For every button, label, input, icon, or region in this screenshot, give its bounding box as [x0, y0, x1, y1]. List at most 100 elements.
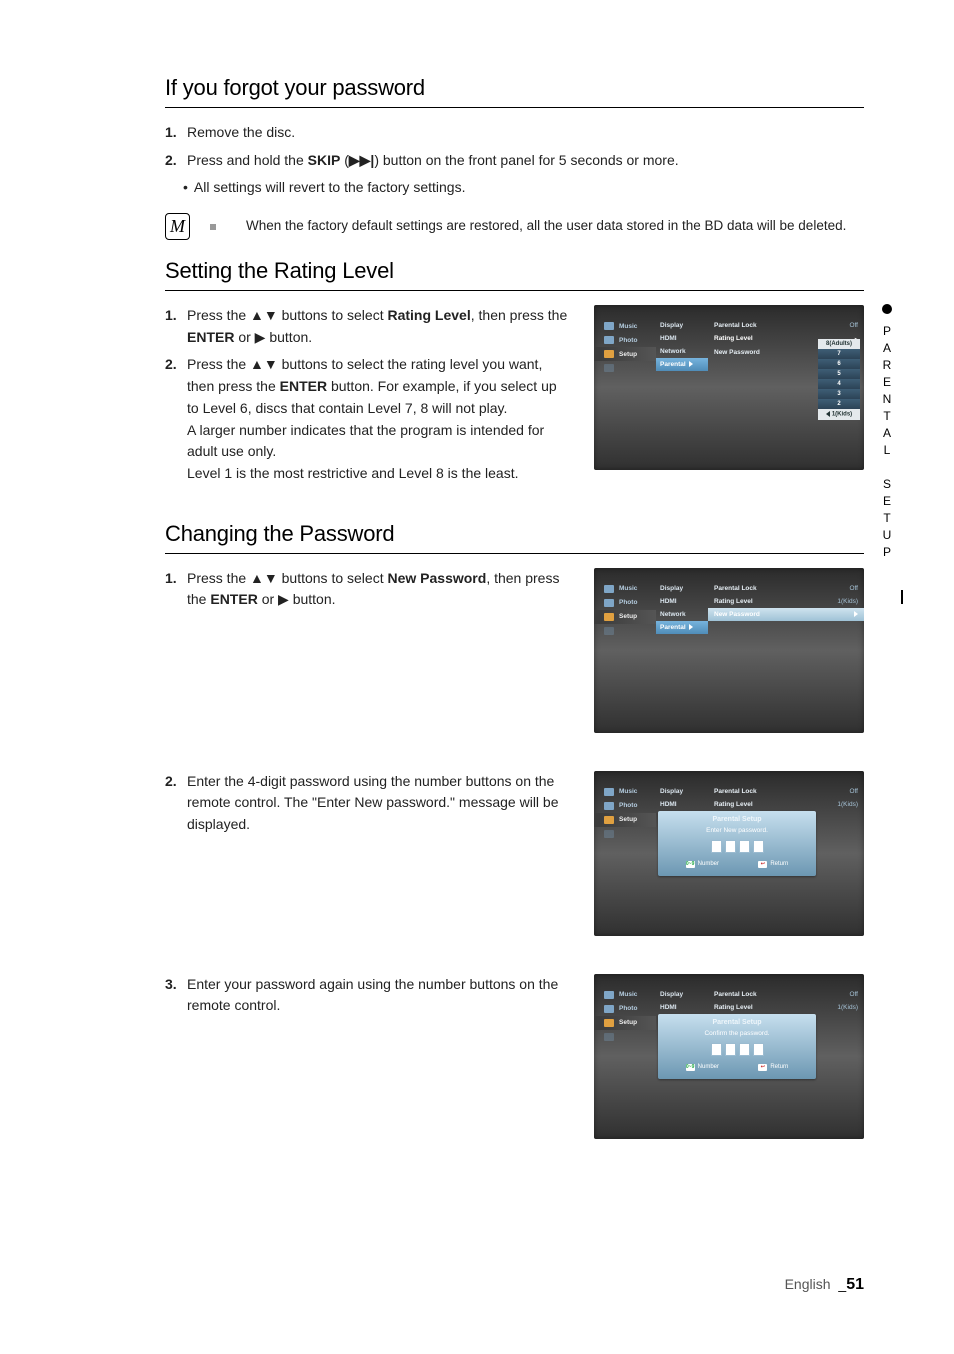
hint-number: 0~9Number: [686, 861, 719, 868]
step-number: 1.: [165, 305, 183, 348]
ui-screenshot-confirm-password: Music Photo Setup Display HDMI Network P…: [594, 974, 864, 1139]
step-number: 1.: [165, 122, 183, 144]
sidebar-item-disabled: [594, 827, 656, 841]
sidebar-item-disabled: [594, 1030, 656, 1044]
sidebar-item-photo: Photo: [594, 333, 656, 347]
label: Rating Level: [714, 598, 753, 605]
text: Press the ▲▼ buttons to select: [187, 307, 387, 323]
forgot-step-2: 2. Press and hold the SKIP (▶▶|) button …: [165, 150, 864, 172]
sidebar-item-music: Music: [594, 319, 656, 333]
disabled-icon: [604, 830, 614, 838]
dropdown-item: 1(Kids): [818, 409, 860, 420]
tab-edge-marker: [901, 590, 903, 604]
text: or ▶ button.: [234, 329, 312, 345]
number-keycap-icon: 0~9: [686, 861, 695, 868]
mid-parental: Parental: [656, 621, 708, 634]
sidebar-item-setup: Setup: [594, 347, 656, 361]
photo-icon: [604, 1005, 614, 1013]
label: Music: [619, 585, 637, 592]
heading-password: Changing the Password: [165, 521, 864, 547]
ui-screenshot-rating: Music Photo Setup Display HDMI Network P…: [594, 305, 864, 470]
dialog-title: Parental Setup: [666, 816, 808, 823]
dropdown-item: 8(Adults): [818, 339, 860, 349]
heading-rating: Setting the Rating Level: [165, 258, 864, 284]
label: Setup: [619, 1019, 637, 1026]
password-step-3: 3. Enter your password again using the n…: [165, 974, 568, 1017]
sidebar-item-disabled: [594, 361, 656, 375]
music-icon: [604, 991, 614, 999]
mid-hdmi: HDMI: [656, 332, 708, 345]
footer-language: English: [785, 1276, 831, 1292]
value: 1(Kids): [837, 1004, 858, 1011]
dialog-parental-setup: Parental Setup Enter New password. 0~9Nu…: [658, 811, 816, 876]
divider: [165, 107, 864, 108]
rating-step-1: 1. Press the ▲▼ buttons to select Rating…: [165, 305, 568, 348]
mid-network: Network: [656, 608, 708, 621]
opt-new-password: New Password: [708, 608, 864, 621]
step-number: 3.: [165, 974, 183, 1017]
mid-display: Display: [656, 582, 708, 595]
return-keycap-icon: ↩: [758, 1064, 767, 1071]
side-tab-label: PARENTAL SETUP: [880, 324, 894, 562]
text: or ▶ button.: [258, 591, 336, 607]
label: Photo: [619, 802, 637, 809]
label: Parental Lock: [714, 585, 757, 592]
text: Press the ▲▼ buttons to select: [187, 570, 387, 586]
step-text: Enter the 4-digit password using the num…: [187, 771, 568, 836]
mid-parental: Parental: [656, 358, 708, 371]
dialog-title: Parental Setup: [666, 1019, 808, 1026]
label: Parental Lock: [714, 788, 757, 795]
strong: Rating Level: [387, 307, 470, 323]
label: Parental: [660, 624, 686, 631]
skip-label: SKIP: [308, 152, 341, 168]
label: Photo: [619, 337, 637, 344]
text: Level 1 is the most restrictive and Leve…: [187, 465, 519, 481]
password-step-2: 2. Enter the 4-digit password using the …: [165, 771, 568, 836]
step-text: Enter your password again using the numb…: [187, 974, 568, 1017]
label: Return: [770, 1064, 788, 1070]
opt-parental-lock: Parental Lock Off: [708, 582, 864, 595]
note-bullet-icon: [210, 224, 216, 230]
label: Rating Level: [714, 1004, 753, 1011]
label: Setup: [619, 613, 637, 620]
step-text: Press the ▲▼ buttons to select Rating Le…: [187, 305, 568, 348]
label: Return: [770, 861, 788, 867]
dropdown-item: 4: [818, 379, 860, 389]
label: Rating Level: [714, 335, 753, 343]
sidebar-item-music: Music: [594, 785, 656, 799]
label: Number: [698, 1064, 719, 1070]
opt-rating-level: Rating Level1(Kids): [708, 595, 864, 608]
dialog-message: Confirm the password.: [666, 1030, 808, 1037]
label: Parental: [660, 361, 686, 368]
label: New Password: [714, 349, 760, 356]
password-digits: [666, 840, 808, 853]
password-step-1: 1. Press the ▲▼ buttons to select New Pa…: [165, 568, 568, 611]
strong: ENTER: [187, 329, 234, 345]
setup-icon: [604, 816, 614, 824]
sidebar-item-setup: Setup: [594, 813, 656, 827]
music-icon: [604, 788, 614, 796]
label: Setup: [619, 351, 637, 358]
opt-rating-level: Rating Level 1(Kids): [708, 1001, 864, 1014]
mid-display: Display: [656, 988, 708, 1001]
disabled-icon: [604, 364, 614, 372]
sidebar-item-setup: Setup: [594, 1016, 656, 1030]
opt-parental-lock: Parental LockOff: [708, 988, 864, 1001]
chevron-right-icon: [854, 611, 858, 617]
sub-text: All settings will revert to the factory …: [194, 177, 466, 199]
photo-icon: [604, 336, 614, 344]
mid-network: Network: [656, 345, 708, 358]
dropdown-item: 7: [818, 349, 860, 359]
page-footer: English _51: [785, 1276, 864, 1294]
step-number: 2.: [165, 771, 183, 836]
label: 1(Kids): [832, 412, 852, 418]
value: 1(Kids): [837, 801, 858, 808]
value: Off: [849, 585, 858, 592]
forgot-step-1: 1. Remove the disc.: [165, 122, 864, 144]
setup-icon: [604, 613, 614, 621]
text: ) button on the front panel for 5 second…: [374, 152, 678, 168]
return-keycap-icon: ↩: [758, 861, 767, 868]
setup-icon: [604, 350, 614, 358]
step-text: Press and hold the SKIP (▶▶|) button on …: [187, 150, 679, 172]
bullet-icon: [882, 304, 892, 314]
